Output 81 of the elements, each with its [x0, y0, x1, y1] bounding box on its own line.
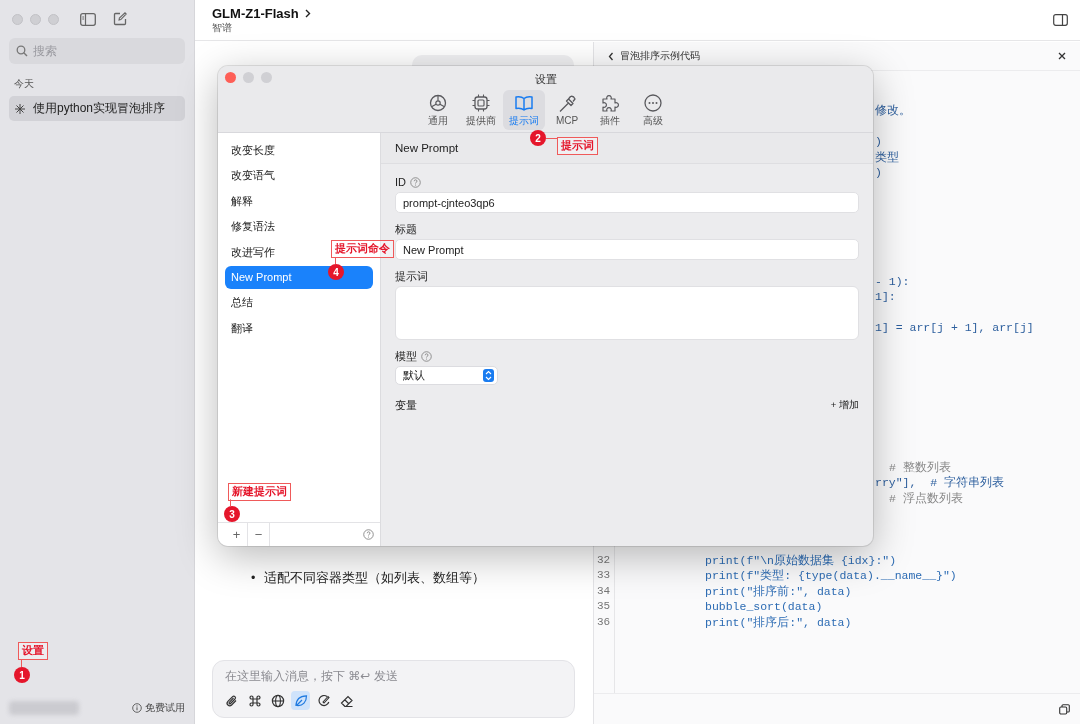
text-field[interactable]: New Prompt — [395, 239, 859, 260]
prompt-item[interactable]: 改变语气 — [225, 164, 281, 188]
field-label: 模型 — [395, 348, 417, 364]
sparkle-icon — [15, 103, 25, 114]
prompt-item[interactable]: 改进写作 — [225, 240, 281, 264]
copy-icon[interactable] — [1059, 703, 1070, 715]
search-icon — [16, 45, 28, 57]
info-icon — [132, 703, 142, 713]
close-icon[interactable] — [1058, 52, 1066, 60]
close-button[interactable] — [225, 72, 236, 83]
sidebar-toggle-icon[interactable] — [80, 12, 96, 26]
code-comment: # 整数列表 — [889, 459, 951, 475]
bullet-marker: • — [251, 570, 256, 587]
provider-label: 智谱 — [212, 21, 232, 35]
field-label: 提示词 — [395, 268, 428, 284]
leader-line — [21, 659, 22, 667]
code-line: print(f"\n原始数据集 {idx}:") — [705, 552, 897, 568]
model-select[interactable]: 默认 — [395, 366, 498, 385]
settings-tab[interactable]: 提供商 — [460, 90, 502, 130]
line-number: 33 — [596, 568, 612, 583]
remove-button[interactable]: − — [248, 523, 270, 546]
stepper-icon — [483, 369, 494, 382]
code-line: ) — [875, 165, 882, 181]
line-number: 34 — [596, 583, 612, 599]
code-line: print(f"类型: {type(data).__name__}") — [705, 568, 957, 584]
gear-icon — [428, 92, 448, 113]
line-number: 35 — [596, 599, 612, 614]
search-field[interactable]: 搜索 — [9, 38, 185, 64]
callout-label: 新建提示词 — [228, 483, 291, 501]
code-line: - 1): — [875, 273, 910, 289]
settings-tab[interactable]: 通用 — [417, 90, 459, 130]
code-line: bubble_sort(data) — [705, 599, 823, 615]
hammer-icon — [557, 94, 577, 114]
add-button[interactable]: + — [226, 523, 248, 546]
text-field[interactable]: prompt-cjnteo3qp6 — [395, 192, 859, 213]
code-line: 1]: — [875, 289, 896, 305]
prompt-item[interactable]: 解释 — [225, 189, 259, 213]
code-line: print("排序后:", data) — [705, 614, 852, 630]
prompt-item[interactable]: 翻译 — [225, 316, 259, 340]
model-selector[interactable]: GLM-Z1-Flash — [212, 6, 311, 21]
prompt-item[interactable]: 修复语法 — [225, 215, 281, 239]
callout-label: 提示词 — [557, 137, 598, 155]
bullet-item: 适配不同容器类型（如列表、数组等） — [264, 570, 486, 587]
field-label: 变量 — [395, 398, 417, 413]
code-line: ) — [875, 134, 882, 150]
prompt-field[interactable] — [395, 286, 859, 340]
window-title: 设置 — [534, 72, 557, 87]
chevron-right-icon — [304, 9, 311, 18]
code-line: 类型 — [875, 149, 899, 165]
prompt-item[interactable]: 改变长度 — [225, 139, 281, 162]
panel-title: 冒泡排序示例代码 — [620, 49, 701, 63]
compose-icon[interactable] — [113, 12, 127, 26]
code-line: 修改。 — [875, 103, 911, 119]
leader-line — [335, 257, 336, 264]
line-number: 32 — [596, 552, 612, 568]
settings-tab[interactable]: 插件 — [589, 90, 631, 130]
field-label: 标题 — [395, 221, 417, 237]
leader-line — [546, 138, 557, 139]
sidebar-right-icon[interactable] — [1053, 14, 1068, 26]
settings-tab[interactable]: MCP — [546, 90, 588, 130]
line-number: 36 — [596, 614, 612, 630]
settings-tab[interactable]: 高级 — [632, 90, 674, 130]
leader-line — [230, 499, 231, 506]
section-heading: 今天 — [14, 77, 35, 91]
callout-label: 提示词命令 — [331, 240, 394, 258]
callout-label: 设置 — [18, 642, 48, 660]
message-field[interactable]: 在这里输入消息，按下 ⌘↩ 发送 — [222, 669, 555, 683]
back-icon[interactable] — [608, 51, 614, 61]
trial-label[interactable]: 免费试用 — [132, 701, 185, 715]
code-line: 1] = arr[j + 1], arr[j] — [875, 320, 1034, 336]
code-line: print("排序前:", data) — [705, 583, 852, 599]
more-icon — [643, 92, 663, 113]
code-line: rry"], # 字符串列表 — [875, 475, 1004, 491]
chip-icon — [471, 92, 491, 113]
leaf-button[interactable] — [291, 691, 310, 710]
puzzle-icon — [600, 92, 620, 113]
prompt-item[interactable]: 总结 — [225, 291, 259, 315]
field-label: ID — [395, 176, 406, 188]
code-comment: # 浮点数列表 — [889, 490, 963, 506]
conversation-item[interactable]: 使用python实现冒泡排序 — [9, 96, 185, 121]
add-variable-button[interactable]: + 增加 — [830, 399, 859, 412]
